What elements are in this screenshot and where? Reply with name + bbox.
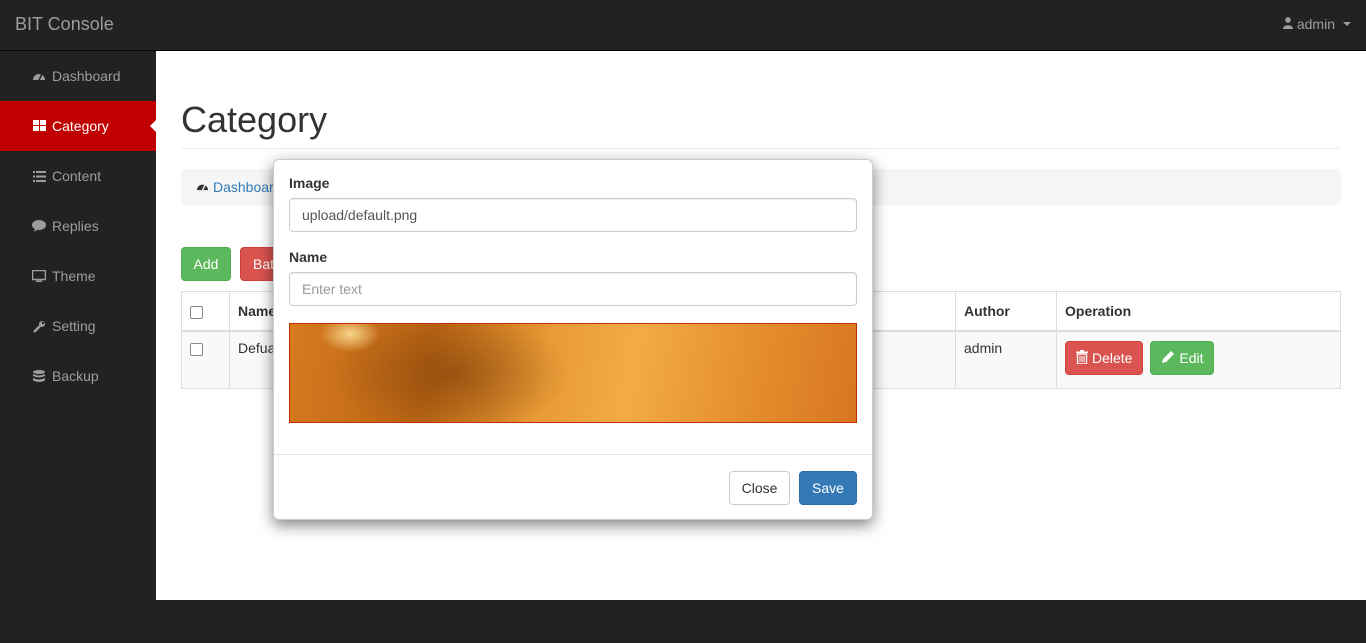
list-icon [32, 169, 46, 183]
breadcrumb-link-dashboard[interactable]: Dashboard [196, 179, 282, 195]
select-all-checkbox[interactable] [190, 306, 203, 319]
sidebar-item-label: Category [52, 118, 109, 134]
comment-icon [32, 219, 46, 233]
modal-footer: Close Save [274, 454, 872, 520]
sidebar-item-content[interactable]: Content [0, 151, 156, 201]
caret-down-icon [1343, 22, 1351, 26]
breadcrumb-label: Dashboard [213, 179, 282, 195]
sidebar-item-replies[interactable]: Replies [0, 201, 156, 251]
delete-button[interactable]: Delete [1065, 341, 1144, 375]
name-label: Name [289, 249, 328, 265]
sidebar-item-label: Theme [52, 268, 96, 284]
sidebar-item-label: Replies [52, 218, 99, 234]
trash-icon [1076, 349, 1088, 367]
image-label: Image [289, 175, 330, 191]
sidebar-item-label: Content [52, 168, 102, 184]
sidebar-item-setting[interactable]: Setting [0, 301, 156, 351]
user-icon [1282, 16, 1293, 32]
sidebar-item-category[interactable]: Category [0, 101, 156, 151]
sidebar-item-label: Dashboard [52, 68, 121, 84]
page-title: Category [181, 99, 328, 140]
monitor-icon [32, 269, 46, 283]
add-button[interactable]: Add [181, 247, 231, 281]
select-all-cell [182, 292, 230, 330]
dashboard-icon [32, 69, 46, 83]
edit-label: Edit [1179, 350, 1204, 366]
save-button[interactable]: Save [799, 471, 857, 505]
sidebar-item-theme[interactable]: Theme [0, 251, 156, 301]
user-menu[interactable]: admin [1282, 16, 1351, 32]
modal-body: Image Name [289, 175, 858, 423]
name-form-group: Name [289, 249, 858, 306]
row-author: admin [956, 332, 1057, 388]
top-navbar: BIT Console admin [0, 0, 1366, 51]
row-select-cell [182, 332, 230, 388]
sidebar-item-label: Backup [52, 368, 99, 384]
pencil-icon [1161, 350, 1175, 367]
close-button[interactable]: Close [729, 471, 790, 505]
header-author: Author [956, 292, 1057, 330]
user-name: admin [1296, 16, 1335, 32]
sidebar-item-backup[interactable]: Backup [0, 351, 156, 401]
image-path-input[interactable] [289, 198, 857, 232]
brand-title[interactable]: BIT Console [15, 14, 114, 35]
title-divider [181, 148, 1341, 149]
sidebar: Dashboard Category Content Replies Theme… [0, 51, 156, 600]
category-modal: Image Name Close Save [273, 159, 873, 520]
image-preview [289, 323, 857, 423]
footer-bar [0, 600, 1366, 643]
image-form-group: Image [289, 175, 858, 232]
delete-label: Delete [1092, 350, 1133, 366]
edit-button[interactable]: Edit [1150, 341, 1215, 375]
dashboard-icon [196, 179, 209, 195]
header-operation: Operation [1065, 303, 1132, 319]
row-operations: Delete Edit [1057, 332, 1340, 388]
name-input[interactable] [289, 272, 857, 306]
wrench-icon [32, 319, 46, 333]
sidebar-item-dashboard[interactable]: Dashboard [0, 51, 156, 101]
row-checkbox[interactable] [190, 343, 203, 356]
sidebar-item-label: Setting [52, 318, 96, 334]
th-large-icon [32, 119, 46, 133]
database-icon [32, 369, 46, 383]
